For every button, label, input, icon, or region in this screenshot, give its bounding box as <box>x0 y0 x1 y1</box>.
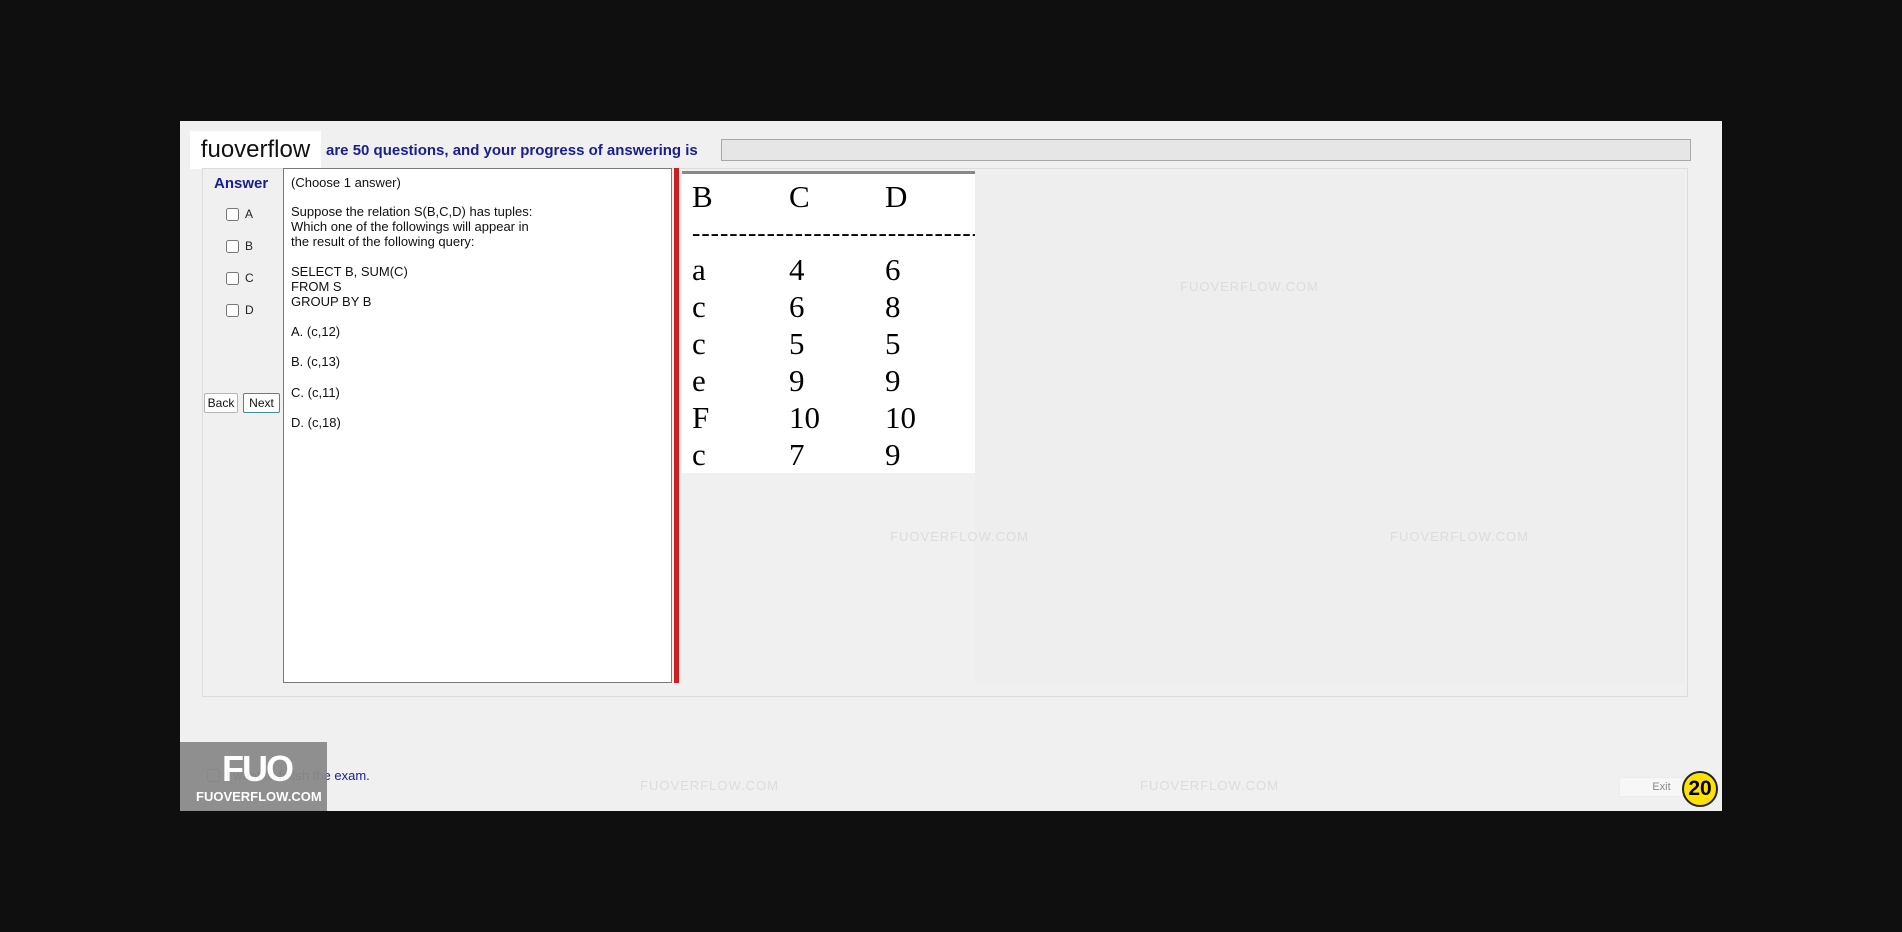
progress-text: are 50 questions, and your progress of a… <box>326 142 698 159</box>
answer-checkbox-d[interactable] <box>226 303 239 317</box>
watermark: FUOVERFLOW.COM <box>890 529 1029 544</box>
exam-window: fuoverflow are 50 questions, and your pr… <box>180 121 1722 811</box>
brand-label: fuoverflow <box>190 131 321 169</box>
query-line: SELECT B, SUM(C) <box>291 264 408 279</box>
relation-cell: c <box>692 289 706 324</box>
relation-cell: 5 <box>885 326 901 361</box>
relation-header-d: D <box>885 179 908 214</box>
relation-separator: ---------------------------------- <box>692 220 975 247</box>
answer-title: Answer <box>214 175 269 192</box>
answer-option-c[interactable]: C <box>226 271 254 285</box>
question-line: the result of the following query: <box>291 234 475 249</box>
next-button[interactable]: Next <box>243 393 280 413</box>
back-button[interactable]: Back <box>204 393 238 413</box>
choice-a: A. (c,12) <box>291 324 341 339</box>
query-line: FROM S <box>291 279 342 294</box>
progress-bar <box>721 139 1691 161</box>
relation-cell: 5 <box>789 326 805 361</box>
relation-cell: c <box>692 437 706 472</box>
relation-cell: e <box>692 363 706 398</box>
question-text-box: (Choose 1 answer) Suppose the relation S… <box>283 168 672 683</box>
answer-checkbox-b[interactable] <box>226 239 239 253</box>
watermark: FUOVERFLOW.COM <box>1390 529 1529 544</box>
answer-option-b[interactable]: B <box>226 239 253 253</box>
relation-cell: 9 <box>885 363 901 398</box>
relation-cell: 6 <box>789 289 805 324</box>
relation-cell: 7 <box>789 437 805 472</box>
relation-cell: 9 <box>789 363 805 398</box>
fuoverflow-logo: FUO FUOVERFLOW.COM <box>180 742 327 811</box>
relation-cell: 10 <box>885 400 916 435</box>
watermark: FUOVERFLOW.COM <box>1180 279 1319 294</box>
answer-checkbox-c[interactable] <box>226 271 239 285</box>
watermark: FUOVERFLOW.COM <box>1140 778 1279 793</box>
choice-d: D. (c,18) <box>291 415 341 430</box>
query-line: GROUP BY B <box>291 294 372 309</box>
relation-cell: 8 <box>885 289 901 324</box>
relation-cell: 10 <box>789 400 820 435</box>
relation-cell: 6 <box>885 252 901 287</box>
relation-header-c: C <box>789 179 810 214</box>
relation-cell: 4 <box>789 252 805 287</box>
watermark: FUOVERFLOW.COM <box>640 778 779 793</box>
answer-option-d[interactable]: D <box>226 303 254 317</box>
question-line: Suppose the relation S(B,C,D) has tuples… <box>291 204 533 219</box>
answer-option-a[interactable]: A <box>226 207 253 221</box>
splitter-bar[interactable] <box>674 168 679 683</box>
relation-cell: a <box>692 252 706 287</box>
image-viewer-area <box>975 171 1685 683</box>
choice-b: B. (c,13) <box>291 354 341 369</box>
relation-cell: F <box>692 400 710 435</box>
answer-checkbox-a[interactable] <box>226 207 239 221</box>
question-instruction: (Choose 1 answer) <box>291 175 401 190</box>
timer-badge: 20 <box>1682 771 1718 807</box>
relation-cell: c <box>692 326 706 361</box>
question-line: Which one of the followings will appear … <box>291 219 529 234</box>
relation-table-image: B C D ----------------------------------… <box>682 171 975 473</box>
relation-header-b: B <box>692 179 713 214</box>
relation-cell: 9 <box>885 437 901 472</box>
choice-c: C. (c,11) <box>291 385 340 400</box>
